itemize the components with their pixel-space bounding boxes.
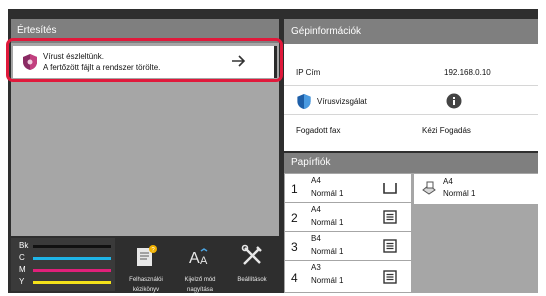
tray-type: Normál 1 bbox=[311, 247, 344, 256]
toner-label: M bbox=[19, 265, 26, 274]
tray-3[interactable]: 3 B4 Normál 1 bbox=[285, 232, 411, 260]
toner-row-m: M bbox=[19, 265, 111, 275]
svg-text:A: A bbox=[189, 250, 200, 267]
ip-label: IP Cím bbox=[296, 68, 321, 77]
settings-button[interactable]: Beállítások bbox=[224, 238, 280, 294]
toner-levels: Bk C M Y bbox=[11, 238, 115, 291]
tray-size: B4 bbox=[311, 234, 321, 243]
toner-label: Bk bbox=[19, 241, 29, 250]
virus-scan-row[interactable]: Vírusvizsgálat bbox=[284, 87, 538, 115]
toner-row-c: C bbox=[19, 253, 111, 263]
text-size-icon: A A bbox=[189, 248, 208, 267]
tray-4[interactable]: 4 A3 Normál 1 bbox=[285, 261, 411, 292]
machine-info-title: Gépinformációk bbox=[284, 19, 538, 44]
tray-number: 4 bbox=[291, 271, 298, 285]
info-icon[interactable] bbox=[446, 93, 462, 109]
toner-row-y: Y bbox=[19, 277, 111, 287]
toner-bar-m bbox=[33, 269, 111, 272]
tray-size: A3 bbox=[311, 263, 321, 272]
toner-label: C bbox=[19, 253, 25, 262]
tray-1[interactable]: 1 A4 Normál 1 bbox=[285, 174, 411, 202]
tray-empty-icon bbox=[383, 183, 397, 194]
alert-highlight bbox=[6, 38, 283, 82]
settings-label: Beállítások bbox=[237, 277, 267, 283]
manual-label-line2: kézikönyv bbox=[132, 287, 160, 293]
tray-type: Normál 1 bbox=[311, 218, 344, 227]
tray-2[interactable]: 2 A4 Normál 1 bbox=[285, 203, 411, 231]
tray-paper-icon bbox=[383, 239, 397, 253]
bypass-tray[interactable]: A4 Normál 1 bbox=[414, 174, 538, 204]
tray-size: A4 bbox=[311, 205, 321, 214]
fax-label: Fogadott fax bbox=[296, 126, 341, 135]
tray-size: A4 bbox=[311, 176, 321, 185]
paper-trays-title: Papírfiók bbox=[284, 153, 538, 173]
paper-trays-panel: Papírfiók 1 A4 Normál 1 2 A4 Normál 1 3 … bbox=[284, 153, 538, 293]
fax-row: Fogadott fax Kézi Fogadás bbox=[284, 116, 538, 144]
bypass-tray-icon bbox=[422, 181, 436, 195]
ip-value: 192.168.0.10 bbox=[444, 68, 491, 77]
wrench-screwdriver-icon bbox=[241, 244, 262, 265]
bypass-type: Normál 1 bbox=[443, 189, 476, 198]
tray-paper-icon bbox=[383, 270, 397, 284]
manual-book-icon: ? bbox=[137, 245, 157, 266]
svg-text:A: A bbox=[200, 255, 208, 267]
display-label-line1: Kijelző mód bbox=[184, 277, 216, 283]
bypass-size: A4 bbox=[443, 177, 453, 186]
tray-number: 3 bbox=[291, 240, 298, 254]
machine-info-panel: Gépinformációk IP Cím 192.168.0.10 Vírus… bbox=[284, 19, 538, 151]
toner-bar-c bbox=[33, 257, 111, 260]
toner-row-bk: Bk bbox=[19, 241, 111, 251]
manual-label-line1: Felhasználói bbox=[129, 277, 163, 283]
user-manual-button[interactable]: ? Felhasználói kézikönyv bbox=[118, 238, 174, 294]
fax-value: Kézi Fogadás bbox=[422, 126, 471, 135]
display-zoom-button[interactable]: A A Kijelző mód nagyítása bbox=[172, 238, 228, 294]
virus-scan-shield-icon bbox=[297, 93, 311, 110]
tray-number: 2 bbox=[291, 211, 298, 225]
toner-bar-bk bbox=[33, 245, 111, 248]
display-label-line2: nagyítása bbox=[186, 287, 214, 293]
tray-paper-icon bbox=[383, 210, 397, 224]
tray-number: 1 bbox=[291, 182, 298, 196]
tray-type: Normál 1 bbox=[311, 189, 344, 198]
tray-type: Normál 1 bbox=[311, 276, 344, 285]
toner-label: Y bbox=[19, 277, 25, 286]
ip-row: IP Cím 192.168.0.10 bbox=[284, 58, 538, 86]
virus-scan-label: Vírusvizsgálat bbox=[317, 97, 367, 106]
toner-bar-y bbox=[33, 281, 111, 284]
